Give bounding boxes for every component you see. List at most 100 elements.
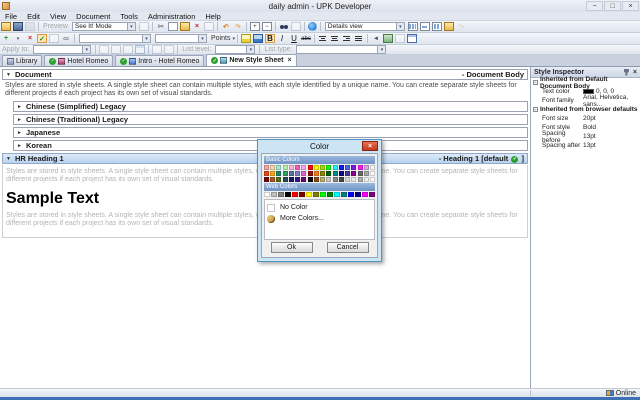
pin-icon[interactable] bbox=[623, 68, 629, 76]
color-swatch[interactable] bbox=[295, 171, 301, 176]
points-select[interactable]: Points bbox=[211, 35, 230, 42]
color-swatch[interactable] bbox=[313, 192, 319, 197]
new-window-icon[interactable] bbox=[443, 22, 454, 31]
color-swatch[interactable] bbox=[313, 177, 319, 182]
strikethrough-button[interactable]: abc bbox=[301, 34, 311, 43]
apply-to-select[interactable]: ▾ bbox=[33, 45, 92, 54]
color-swatch[interactable] bbox=[306, 192, 312, 197]
menu-edit[interactable]: Edit bbox=[22, 12, 45, 21]
inspector-close-icon[interactable]: × bbox=[633, 69, 637, 76]
italic-button[interactable]: I bbox=[277, 34, 287, 43]
color-swatch[interactable] bbox=[313, 171, 319, 176]
collapse-arrow-icon[interactable]: ▼ bbox=[6, 72, 11, 78]
justify-icon[interactable] bbox=[354, 34, 364, 43]
expand-all-icon[interactable]: + bbox=[249, 22, 260, 31]
color-swatch[interactable] bbox=[351, 177, 357, 182]
color-swatch[interactable] bbox=[345, 171, 351, 176]
tab-new-style-sheet[interactable]: ✓ New Style Sheet × bbox=[206, 54, 297, 66]
section-document-header[interactable]: ▼ Document - Document Body bbox=[2, 69, 528, 80]
expand-arrow-icon[interactable]: ► bbox=[17, 117, 22, 123]
cut-icon[interactable] bbox=[156, 22, 166, 31]
playback-mode-select[interactable]: See It! Mode ▾ bbox=[71, 22, 136, 31]
color-swatch[interactable] bbox=[282, 177, 288, 182]
color-swatch[interactable] bbox=[338, 165, 344, 170]
font-size-select[interactable]: ▾ bbox=[155, 34, 207, 43]
color-swatch[interactable] bbox=[292, 192, 298, 197]
close-button[interactable]: × bbox=[622, 1, 639, 11]
color-swatch[interactable] bbox=[341, 192, 347, 197]
color-swatch[interactable] bbox=[369, 171, 375, 176]
section-chinese-traditional[interactable]: ► Chinese (Traditional) Legacy bbox=[13, 114, 528, 125]
tab-intro-hotel-romeo[interactable]: ✓ Intro - Hotel Romeo bbox=[115, 55, 205, 66]
align-left-icon[interactable] bbox=[318, 34, 328, 43]
color-swatch[interactable] bbox=[264, 165, 269, 170]
color-swatch[interactable] bbox=[313, 165, 319, 170]
align-right-icon[interactable] bbox=[342, 34, 352, 43]
underline-button[interactable]: U bbox=[289, 34, 299, 43]
color-swatch[interactable] bbox=[270, 177, 276, 182]
color-swatch[interactable] bbox=[320, 177, 326, 182]
color-swatch[interactable] bbox=[264, 192, 270, 197]
color-swatch[interactable] bbox=[271, 192, 277, 197]
menu-document[interactable]: Document bbox=[71, 12, 115, 21]
bold-button[interactable]: B bbox=[264, 34, 275, 43]
color-swatch[interactable] bbox=[363, 171, 369, 176]
color-swatch[interactable] bbox=[320, 171, 326, 176]
color-swatch[interactable] bbox=[278, 192, 284, 197]
color-swatch[interactable] bbox=[362, 192, 368, 197]
help-icon[interactable] bbox=[307, 22, 317, 31]
color-swatch[interactable] bbox=[276, 171, 282, 176]
color-swatch[interactable] bbox=[270, 171, 276, 176]
color-swatch[interactable] bbox=[332, 171, 338, 176]
link-icon[interactable] bbox=[61, 34, 71, 43]
collapse-arrow-icon[interactable]: ▼ bbox=[6, 156, 11, 162]
paste-icon[interactable] bbox=[179, 22, 190, 31]
color-swatch[interactable] bbox=[307, 171, 313, 176]
color-swatch[interactable] bbox=[351, 165, 357, 170]
cancel-button[interactable]: Cancel bbox=[326, 242, 369, 253]
color-swatch[interactable] bbox=[288, 177, 294, 182]
color-swatch[interactable] bbox=[264, 171, 269, 176]
color-swatch[interactable] bbox=[307, 177, 313, 182]
tab-close-icon[interactable]: × bbox=[287, 57, 291, 64]
color-swatch[interactable] bbox=[369, 177, 375, 182]
property-row-font-family[interactable]: Font family Arial, Helvetica, sans... bbox=[531, 94, 640, 108]
color-swatch[interactable] bbox=[276, 165, 282, 170]
property-row-font-size[interactable]: Font size 20pt bbox=[531, 114, 640, 123]
undo-icon[interactable]: ↶ bbox=[221, 22, 231, 31]
color-swatch[interactable] bbox=[285, 192, 291, 197]
color-swatch[interactable] bbox=[345, 177, 351, 182]
color-swatch[interactable] bbox=[326, 165, 332, 170]
color-swatch[interactable] bbox=[369, 192, 375, 197]
color-swatch[interactable] bbox=[301, 177, 307, 182]
color-swatch[interactable] bbox=[282, 171, 288, 176]
color-swatch[interactable] bbox=[351, 171, 357, 176]
color-swatch[interactable] bbox=[338, 177, 344, 182]
delete-icon[interactable]: × bbox=[192, 22, 202, 31]
list-type-select[interactable]: ▾ bbox=[296, 45, 387, 54]
color-swatch[interactable] bbox=[270, 165, 276, 170]
table-icon[interactable] bbox=[406, 34, 417, 43]
color-swatch[interactable] bbox=[276, 177, 282, 182]
minimize-button[interactable]: − bbox=[586, 1, 603, 11]
add-style-dropdown-icon[interactable]: ▾ bbox=[13, 34, 23, 43]
highlight-color-icon[interactable] bbox=[240, 34, 251, 43]
color-swatch[interactable] bbox=[369, 165, 375, 170]
image-icon[interactable] bbox=[382, 34, 393, 43]
find-icon[interactable] bbox=[279, 22, 289, 31]
color-swatch[interactable] bbox=[326, 171, 332, 176]
collapse-box-icon[interactable]: − bbox=[533, 107, 538, 112]
tab-library[interactable]: Library bbox=[2, 55, 43, 66]
color-swatch[interactable] bbox=[357, 177, 363, 182]
save-icon[interactable] bbox=[13, 22, 23, 31]
details-view-icon[interactable] bbox=[407, 22, 418, 31]
property-row-spacing-after[interactable]: Spacing after 13pt bbox=[531, 141, 640, 150]
section-japanese[interactable]: ► Japanese bbox=[13, 127, 528, 138]
collapse-all-icon[interactable]: − bbox=[261, 22, 272, 31]
expand-arrow-icon[interactable]: ► bbox=[17, 143, 22, 149]
text-color-icon[interactable] bbox=[252, 34, 263, 43]
maximize-button[interactable]: □ bbox=[604, 1, 621, 11]
color-swatch[interactable] bbox=[264, 177, 269, 182]
redo-icon[interactable]: ↷ bbox=[233, 22, 243, 31]
menu-file[interactable]: File bbox=[0, 12, 22, 21]
